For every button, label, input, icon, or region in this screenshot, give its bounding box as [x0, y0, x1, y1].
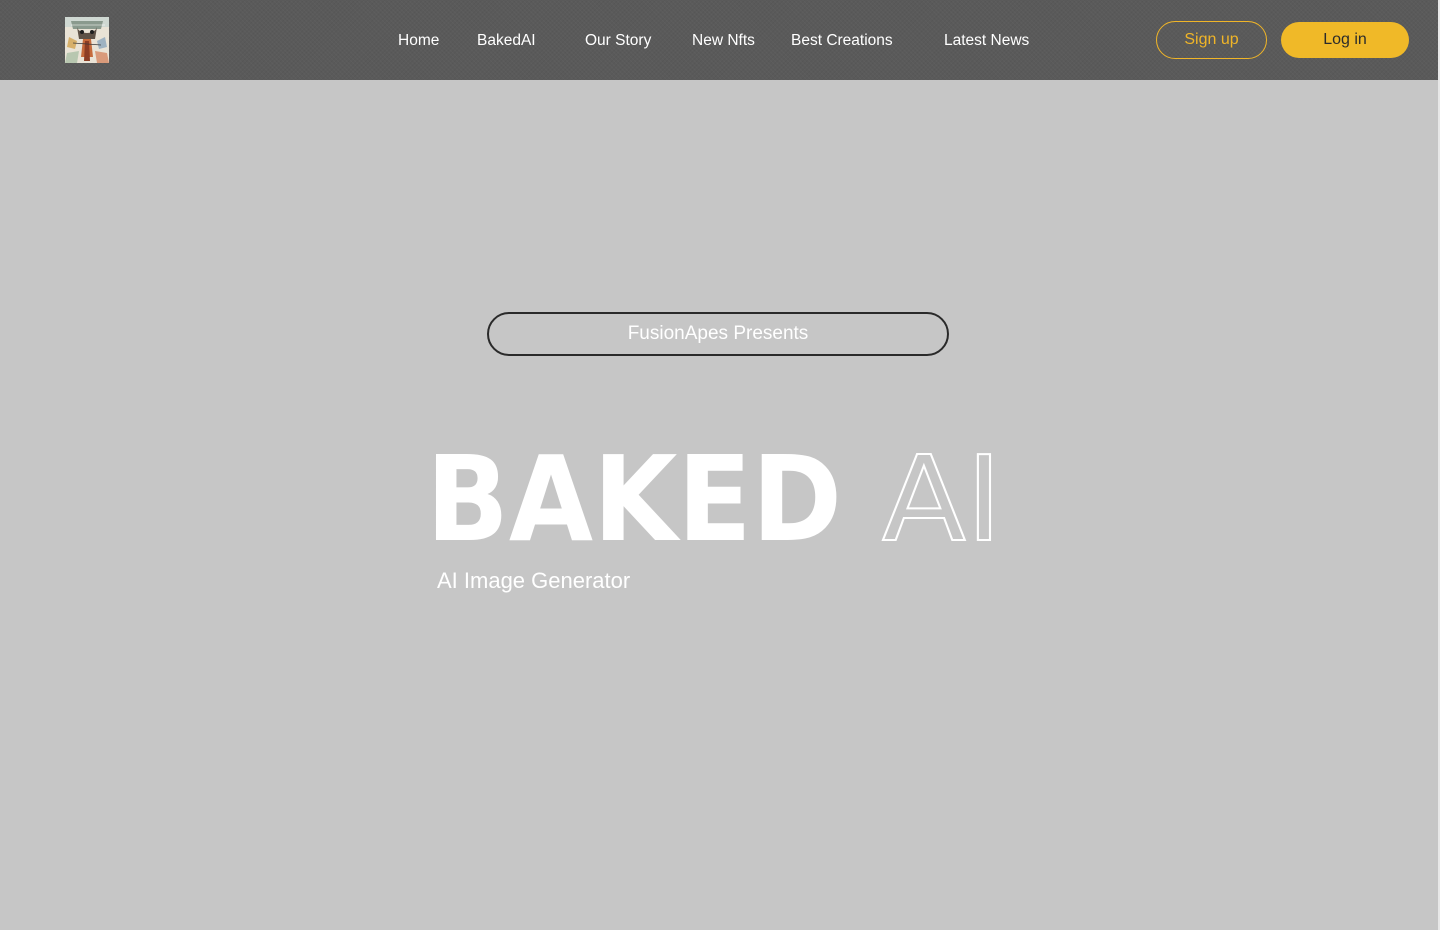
nav-link-bakedai[interactable]: BakedAI	[477, 31, 536, 51]
nav-link-latest-news[interactable]: Latest News	[944, 31, 1029, 51]
top-navbar: Home BakedAI Our Story New Nfts Best Cre…	[0, 0, 1438, 80]
nav-link-our-story[interactable]: Our Story	[585, 31, 651, 51]
hero-title-solid: BAKED	[426, 430, 842, 556]
login-button[interactable]: Log in	[1281, 22, 1409, 58]
hero-subtitle: AI Image Generator	[437, 568, 631, 593]
nav-link-best-creations[interactable]: Best Creations	[791, 31, 893, 51]
logo-icon[interactable]	[65, 17, 109, 63]
hero-title: BAKED AI	[426, 429, 1003, 556]
logo-artwork	[65, 17, 109, 63]
hero-title-outline: AI	[882, 430, 1002, 556]
signup-button[interactable]: Sign up	[1156, 21, 1267, 59]
presenter-badge: FusionApes Presents	[487, 312, 949, 356]
nav-link-new-nfts[interactable]: New Nfts	[692, 31, 755, 51]
nav-link-home[interactable]: Home	[398, 31, 439, 51]
